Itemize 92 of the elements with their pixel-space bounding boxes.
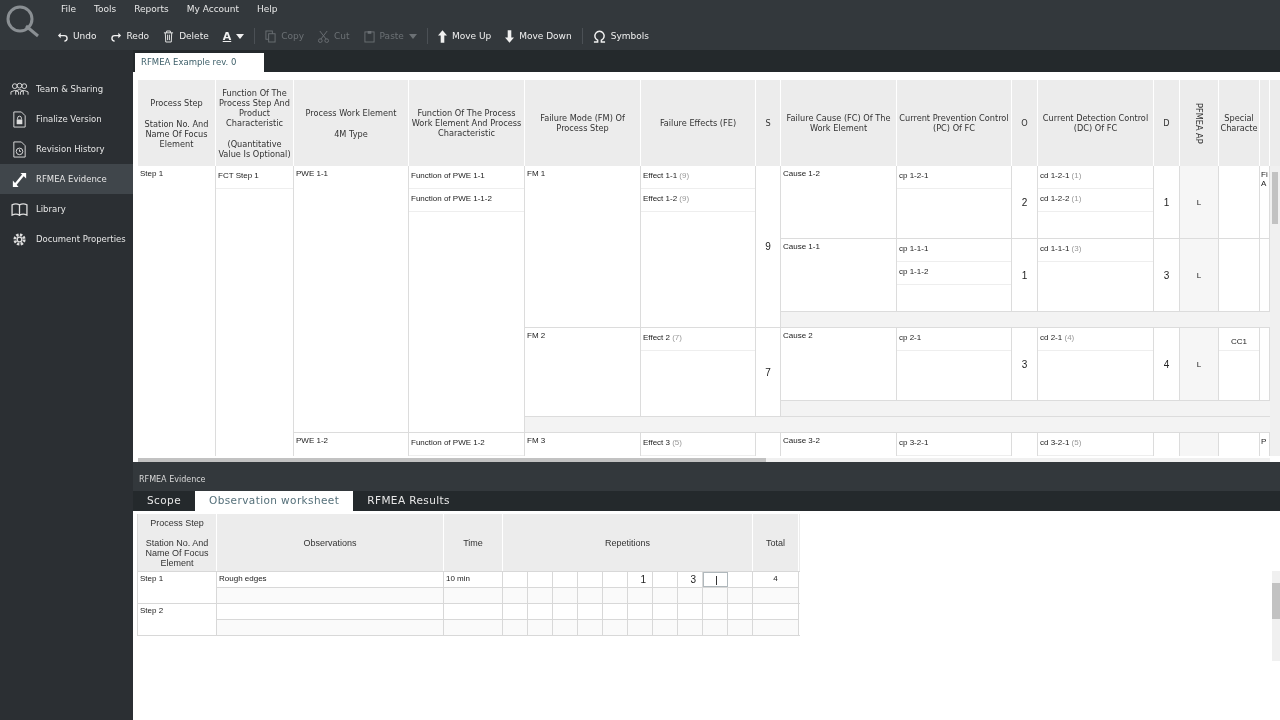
table-cell: 2 bbox=[1012, 166, 1038, 238]
column-header: Process Work Element 4M Type bbox=[294, 80, 409, 166]
table-cell: cd 3-2-1 (5) bbox=[1038, 433, 1153, 456]
table-cell: Function of PWE 1-1 bbox=[409, 166, 524, 189]
table-cell: cd 1-1-1 (3) bbox=[1038, 239, 1153, 262]
trash-icon bbox=[163, 29, 175, 43]
panel-title: RFMEA Evidence bbox=[138, 474, 207, 486]
menu-item[interactable]: My Account bbox=[177, 4, 249, 14]
table-cell: cp 1-1-1 bbox=[897, 239, 1011, 262]
column-header: Current Detection Control (DC) Of FC bbox=[1038, 80, 1154, 166]
omega-icon bbox=[592, 29, 606, 43]
column-header: Failure Effects (FE) bbox=[641, 80, 756, 166]
sidebar-item[interactable]: Document Properties bbox=[0, 224, 133, 254]
table-cell: Effect 1-2 (9) bbox=[641, 189, 755, 212]
toolbar-button[interactable]: Symbols bbox=[585, 26, 656, 46]
double-arrow-icon bbox=[10, 170, 29, 188]
empty-row[interactable] bbox=[781, 311, 1270, 327]
table-cell: L bbox=[1180, 328, 1219, 400]
sidebar-item[interactable]: Finalize Version bbox=[0, 104, 133, 134]
column-header: O bbox=[1012, 80, 1038, 166]
menu-item[interactable]: Help bbox=[248, 4, 287, 14]
tab[interactable]: Scope bbox=[133, 491, 195, 511]
menu-item[interactable]: File bbox=[52, 4, 86, 14]
clipboard-icon bbox=[363, 29, 375, 43]
table-cell: L bbox=[1180, 239, 1219, 311]
sidebar-item[interactable]: RFMEA Evidence bbox=[0, 164, 133, 194]
toolbar-button[interactable]: A bbox=[215, 26, 252, 46]
column-header: Process Step Station No. And Name Of Focus Element bbox=[138, 514, 217, 571]
arrow-up-icon bbox=[437, 29, 447, 43]
table-cell: cp 1-2-1 bbox=[897, 166, 1011, 189]
history-document-icon bbox=[10, 140, 29, 158]
column-header: Function Of The Process Work Element And Process Characteristic bbox=[409, 80, 525, 166]
toolbar-button[interactable]: Move Down bbox=[498, 26, 579, 46]
column-header: Failure Cause (FC) Of The Work Element bbox=[781, 80, 897, 166]
table-cell: Rough edges bbox=[219, 574, 267, 583]
column-header: Function Of The Process Step And Product Characteristic (Quantitative Value Is Optional) bbox=[216, 80, 294, 166]
table-cell: CC1 bbox=[1219, 328, 1259, 351]
table-cell: FCT Step 1 bbox=[216, 166, 293, 189]
toolbar-button[interactable]: Undo bbox=[50, 27, 104, 45]
table-cell: Function of PWE 1-2 bbox=[409, 433, 524, 456]
table-cell: L bbox=[1180, 166, 1219, 238]
table-cell: cd 1-2-2 (1) bbox=[1038, 189, 1153, 212]
table-cell: cp 1-1-2 bbox=[897, 262, 1011, 285]
sidebar-item[interactable]: Team & Sharing bbox=[0, 74, 133, 104]
column-header: Failure Mode (FM) Of Process Step bbox=[525, 80, 641, 166]
table-cell: PWE 1-1 bbox=[294, 166, 409, 432]
column-header: Observations bbox=[217, 514, 444, 571]
tab[interactable]: Observation worksheet bbox=[195, 491, 354, 511]
book-icon bbox=[10, 202, 29, 216]
empty-row[interactable] bbox=[525, 416, 1270, 432]
tab[interactable]: RFMEA Results bbox=[353, 491, 464, 511]
menu-item[interactable]: Tools bbox=[85, 4, 126, 14]
logo-icon bbox=[4, 4, 40, 38]
empty-row[interactable] bbox=[781, 400, 1270, 416]
column-header: S bbox=[756, 80, 781, 166]
toolbar-button[interactable]: Delete bbox=[156, 26, 216, 46]
people-icon bbox=[10, 82, 29, 96]
column-header: Total bbox=[753, 514, 799, 571]
table-cell: 4 bbox=[773, 574, 778, 583]
menu-item[interactable]: Reports bbox=[125, 4, 178, 14]
scrollbar[interactable] bbox=[1272, 571, 1280, 661]
scissors-icon bbox=[318, 29, 330, 43]
column-header: Special Characte bbox=[1219, 80, 1260, 166]
column-header: Current Prevention Control (PC) Of FC bbox=[897, 80, 1012, 166]
undo-icon bbox=[57, 30, 68, 42]
table-cell: Effect 1-1 (9) bbox=[641, 166, 755, 189]
table-cell: cp 2-1 bbox=[897, 328, 1011, 351]
input-field[interactable] bbox=[703, 572, 728, 587]
table-cell: Function of PWE 1-1-2 bbox=[409, 189, 524, 212]
sidebar-item[interactable]: Revision History bbox=[0, 134, 133, 164]
table-cell: Effect 2 (7) bbox=[641, 328, 755, 351]
toolbar-button[interactable]: Redo bbox=[103, 27, 157, 45]
table-cell: FM 1 bbox=[525, 166, 641, 327]
table-cell: cd 1-2-1 (1) bbox=[1038, 166, 1153, 189]
sidebar-item[interactable]: Library bbox=[0, 194, 133, 224]
arrow-down-icon bbox=[505, 29, 515, 43]
column-header: Repetitions bbox=[503, 514, 753, 571]
table-cell: cd 2-1 (4) bbox=[1038, 328, 1153, 351]
table-cell: 9 bbox=[756, 166, 781, 327]
scrollbar[interactable] bbox=[1270, 166, 1280, 456]
column-header: Time bbox=[444, 514, 503, 571]
lock-document-icon bbox=[10, 110, 29, 128]
redo-icon bbox=[110, 30, 122, 42]
table-cell: cp 3-2-1 bbox=[897, 433, 1011, 456]
column-header: D bbox=[1154, 80, 1180, 166]
table-cell: Cause 1-2 bbox=[781, 166, 897, 238]
table-cell: Effect 3 (5) bbox=[641, 433, 755, 456]
column-header: Process Step Station No. And Name Of Focus Element bbox=[138, 80, 216, 166]
document-tab[interactable]: RFMEA Example rev. 0 bbox=[135, 53, 265, 72]
toolbar-button[interactable]: Move Up bbox=[430, 26, 499, 46]
table-cell: 10 min bbox=[446, 574, 470, 583]
copy-icon bbox=[265, 29, 277, 43]
